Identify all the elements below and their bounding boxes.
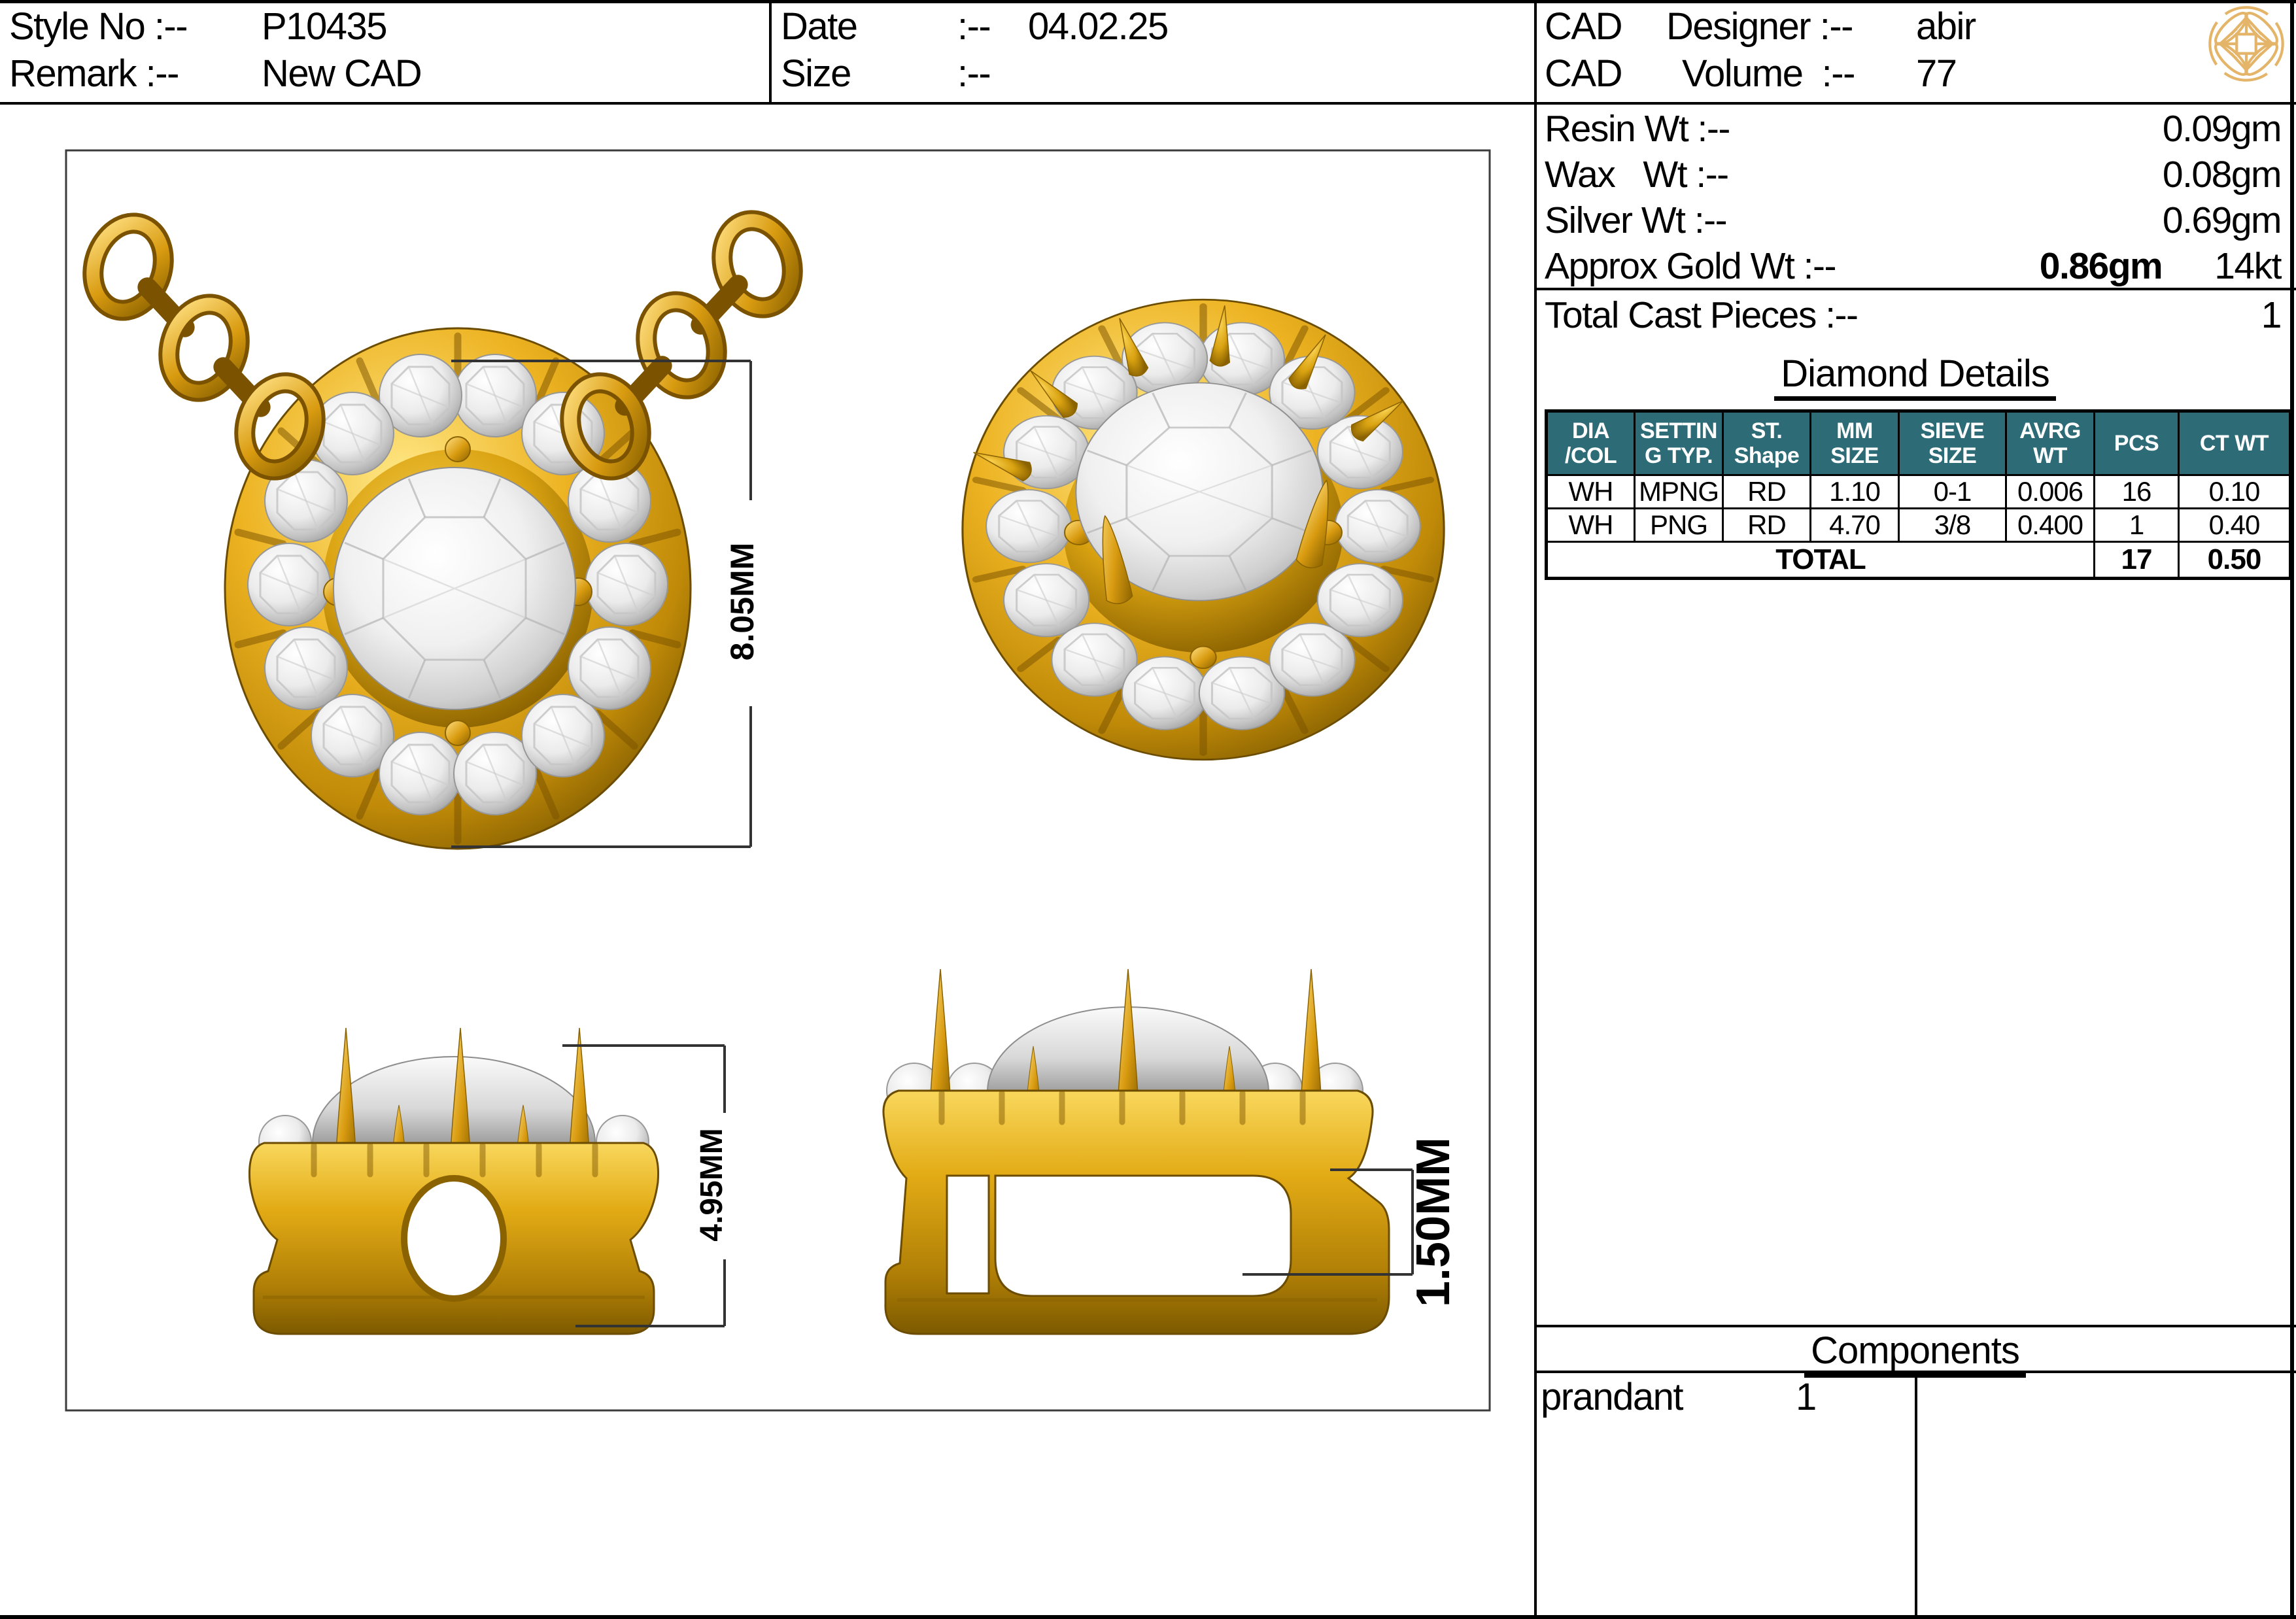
gold-weight-label: Approx Gold Wt :-- [1545, 245, 2040, 288]
dimension-pendant-depth: 4.95MM [694, 1128, 729, 1241]
table-total-row: TOTAL 17 0.50 [1547, 542, 2291, 579]
pendant-perspective-view [963, 299, 1444, 760]
remark-value: New CAD [262, 52, 421, 96]
table-total-pcs: 17 [2095, 542, 2179, 579]
dimension-bail-opening: 1.50MM [1407, 1137, 1460, 1307]
diamond-details-table: DIA/COL SETTING TYP. ST.Shape MMSIZE SIE… [1545, 409, 2292, 580]
gold-weight-value: 0.86gm [2040, 245, 2162, 288]
date-separator: :-- [957, 5, 990, 49]
table-header-row: DIA/COL SETTING TYP. ST.Shape MMSIZE SIE… [1547, 411, 2291, 475]
cad-drawing-area: 8.05MM 4.95MM 1.50MM [0, 105, 1534, 1619]
date-label: Date [781, 5, 857, 49]
wax-weight-label: Wax Wt :-- [1545, 153, 2163, 196]
right-panel-divider [1534, 0, 1537, 1619]
cad-volume-value: 77 [1916, 52, 1957, 96]
style-no-value: P10435 [262, 5, 386, 49]
dimension-pendant-height: 8.05MM [724, 543, 761, 661]
col-header-pcs: PCS [2095, 411, 2179, 475]
size-separator: :-- [957, 52, 990, 96]
col-header-setting-type: SETTING TYP. [1635, 411, 1723, 475]
cad-designer-value: abir [1916, 5, 1976, 49]
components-title: Components [1537, 1329, 2293, 1372]
resin-weight-row: Resin Wt :-- 0.09gm [1545, 106, 2281, 152]
resin-weight-label: Resin Wt :-- [1545, 107, 2163, 150]
table-total-label: TOTAL [1547, 542, 2095, 579]
gold-weight-row: Approx Gold Wt :-- 0.86gm 14kt [1545, 243, 2281, 289]
table-total-ctwt: 0.50 [2179, 542, 2291, 579]
col-header-dia-col: DIA/COL [1547, 411, 1635, 475]
cad-designer-prefix: CAD [1545, 5, 1622, 49]
total-cast-value: 1 [2261, 294, 2281, 337]
components-top-border [1537, 1325, 2296, 1327]
gold-karat: 14kt [2214, 245, 2281, 288]
cad-spec-sheet: Style No :-- P10435 Date :-- 04.02.25 CA… [0, 0, 2296, 1619]
components-column-divider [1915, 1371, 1917, 1619]
col-header-sieve-size: SIEVESIZE [1899, 411, 2006, 475]
total-cast-label: Total Cast Pieces :-- [1545, 294, 2261, 337]
wax-weight-row: Wax Wt :-- 0.08gm [1545, 152, 2281, 197]
silver-weight-row: Silver Wt :-- 0.69gm [1545, 197, 2281, 243]
pendant-side-view-front [249, 1028, 658, 1334]
silver-weight-value: 0.69gm [2163, 199, 2281, 242]
wax-weight-value: 0.08gm [2163, 153, 2281, 196]
col-header-mm-size: MMSIZE [1811, 411, 1899, 475]
component-qty: 1 [1796, 1376, 1816, 1420]
resin-weight-value: 0.09gm [2163, 107, 2281, 150]
size-label: Size [781, 52, 851, 96]
silver-weight-label: Silver Wt :-- [1545, 199, 2163, 242]
brand-logo-icon [2205, 3, 2287, 85]
table-row: WHMPNG RD1.10 0-10.006 160.10 [1547, 475, 2291, 509]
diamond-details-title: Diamond Details [1537, 352, 2293, 396]
pendant-side-view-profile [883, 969, 1389, 1334]
cad-volume-label: Volume :-- [1682, 52, 1855, 96]
col-header-avrg-wt: AVRGWT [2006, 411, 2095, 475]
col-header-stone-shape: ST.Shape [1723, 411, 1811, 475]
header-divider-1 [769, 0, 772, 105]
total-cast-row: Total Cast Pieces :-- 1 [1545, 294, 2281, 336]
table-row: WHPNG RD4.70 3/80.400 10.40 [1547, 509, 2291, 542]
cad-designer-label: Designer :-- [1666, 5, 1853, 49]
date-value: 04.02.25 [1028, 5, 1168, 49]
style-no-label: Style No :-- [9, 5, 187, 49]
component-name: prandant [1541, 1376, 1683, 1420]
page-top-border [0, 0, 2296, 3]
gold-weight-separator [1537, 288, 2296, 290]
page-right-border [2290, 0, 2294, 1619]
col-header-ct-wt: CT WT [2179, 411, 2291, 475]
cad-volume-prefix: CAD [1545, 52, 1622, 96]
remark-label: Remark :-- [9, 52, 179, 96]
